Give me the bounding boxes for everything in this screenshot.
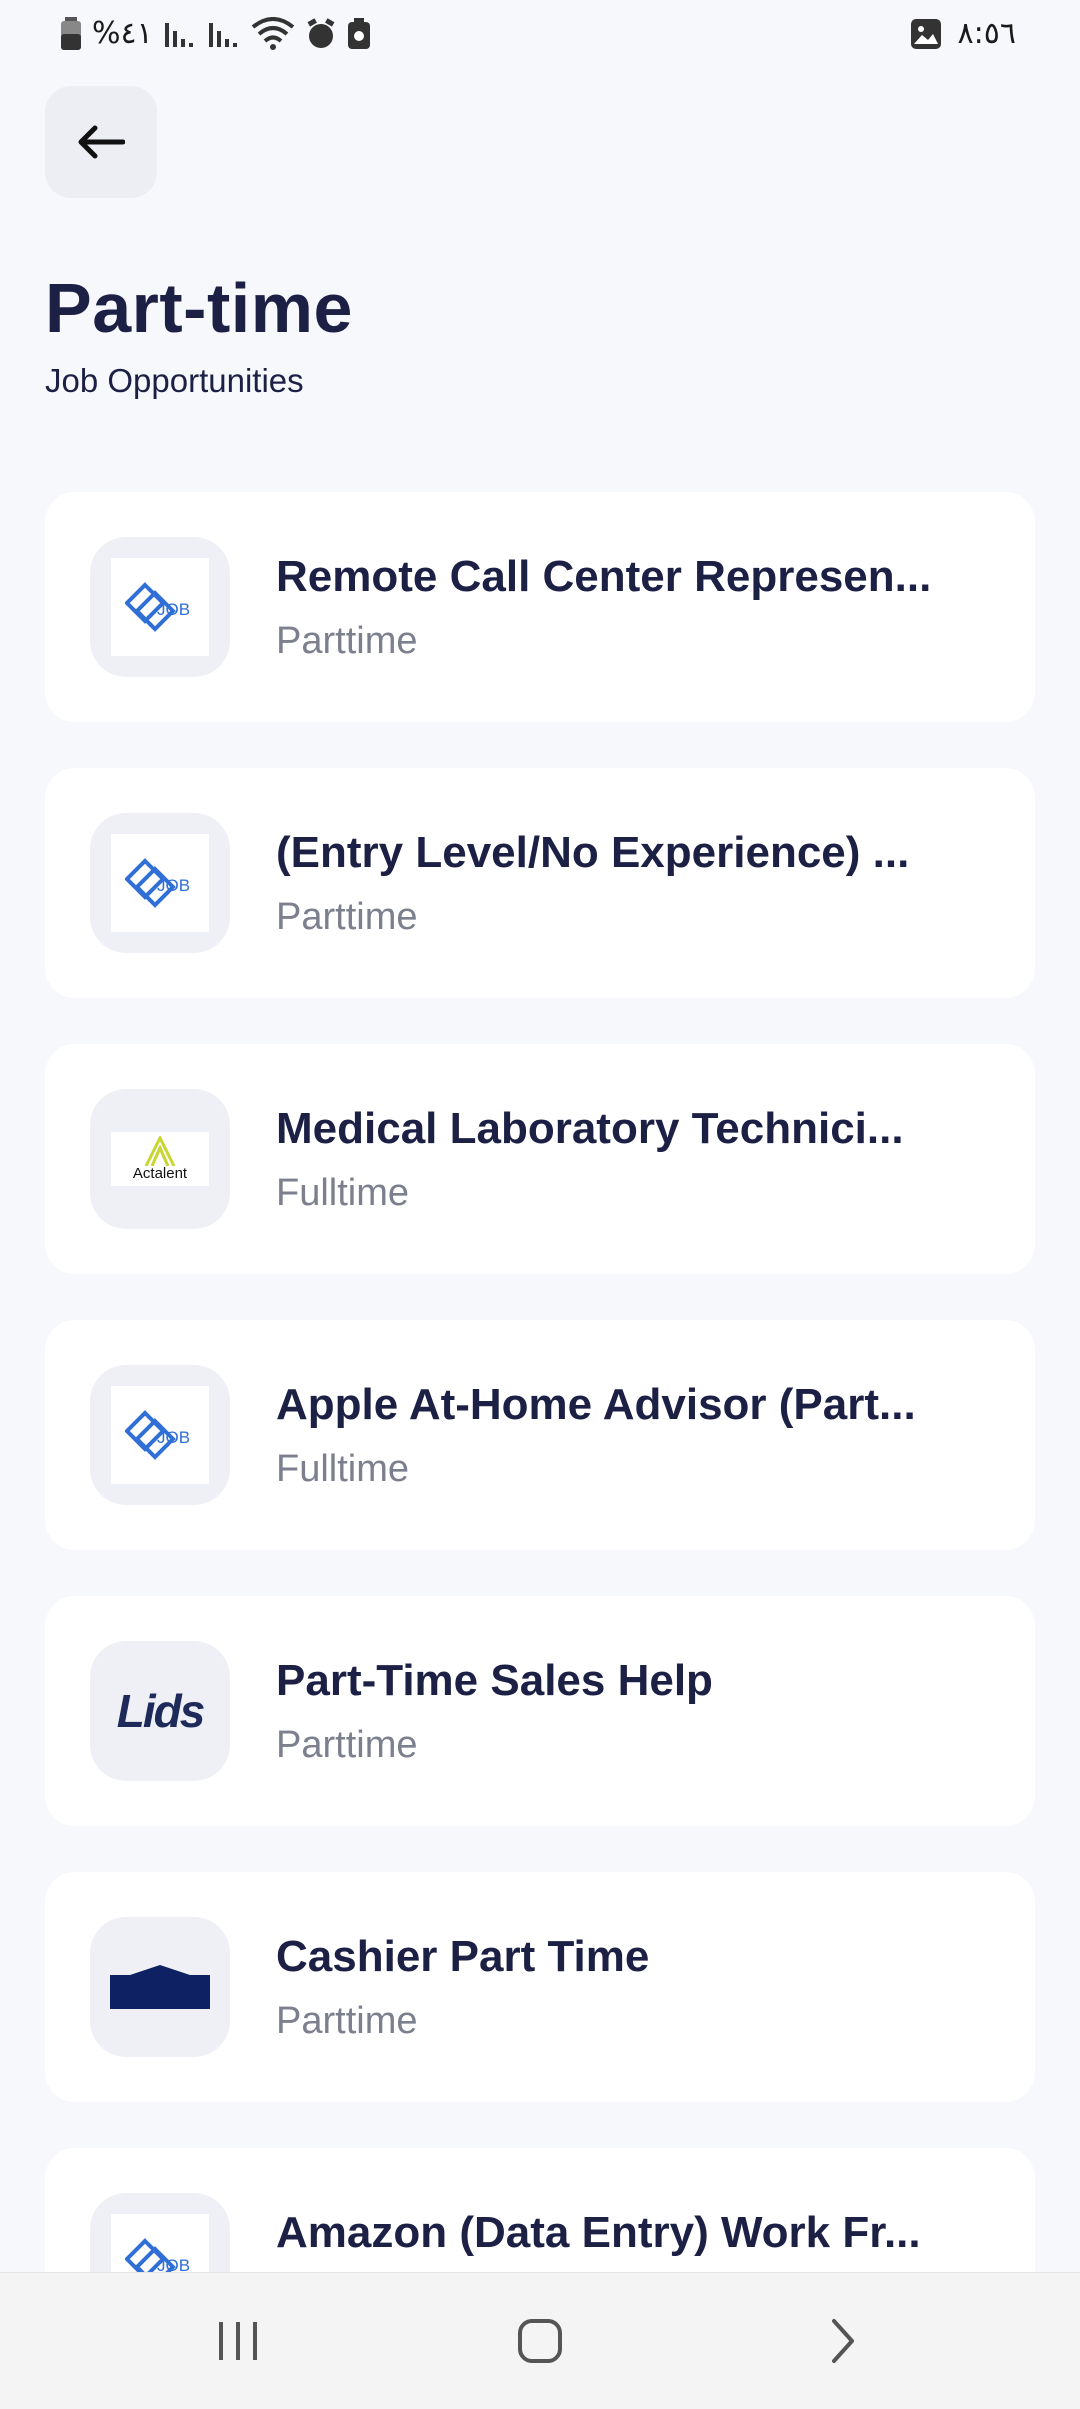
page-subtitle: Job Opportunities	[45, 362, 304, 399]
svg-text:JOB: JOB	[157, 1428, 190, 1447]
signal-icon-2	[208, 22, 237, 47]
job-card[interactable]: Cashier Part Time Parttime	[45, 1872, 1035, 2102]
home-icon	[518, 2319, 562, 2363]
battery-icon	[61, 16, 81, 50]
company-logo: JOB	[90, 537, 230, 677]
image-notification-icon	[910, 18, 941, 49]
actalent-logo-text: Actalent	[132, 1165, 188, 1182]
status-right: ٨:٥٦	[910, 16, 1016, 51]
company-logo	[90, 1917, 230, 2057]
alarm-icon	[307, 17, 335, 48]
svg-text:JOB: JOB	[157, 876, 190, 895]
job-card[interactable]: Lids Part-Time Sales Help Parttime	[45, 1596, 1035, 1826]
navigation-bar	[0, 2272, 1080, 2409]
job-title: Amazon (Data Entry) Work Fr...	[276, 2208, 921, 2257]
job-title: Medical Laboratory Technici...	[276, 1104, 904, 1153]
job-type: Parttime	[276, 896, 418, 938]
recents-button[interactable]	[208, 2311, 268, 2371]
job-type: Parttime	[276, 1724, 418, 1766]
job-logo-icon: JOB	[125, 858, 190, 908]
signal-icon	[164, 22, 193, 47]
battery-level: %٤١	[92, 16, 153, 51]
job-card[interactable]: JOB Remote Call Center Represen... Partt…	[45, 492, 1035, 722]
recents-icon	[219, 2322, 257, 2360]
company-logo: Actalent	[90, 1089, 230, 1229]
status-bar: %٤١ ٨:٥٦	[0, 0, 1080, 70]
job-card[interactable]: JOB (Entry Level/No Experience) ... Part…	[45, 768, 1035, 998]
job-card[interactable]: Actalent Medical Laboratory Technici... …	[45, 1044, 1035, 1274]
company-logo: JOB	[90, 813, 230, 953]
job-type: Fulltime	[276, 1448, 410, 1490]
job-type: Fulltime	[276, 1172, 410, 1214]
actalent-logo-icon	[144, 1136, 176, 1166]
arrow-left-icon	[78, 125, 125, 159]
nav-back-button[interactable]	[812, 2311, 872, 2371]
back-button[interactable]	[45, 86, 157, 198]
job-title: Cashier Part Time	[276, 1932, 650, 1981]
svg-text:JOB: JOB	[157, 600, 190, 619]
job-title: Apple At-Home Advisor (Part...	[276, 1380, 916, 1429]
battery-saver-icon	[347, 17, 370, 49]
store-logo-icon	[110, 1965, 210, 2009]
company-logo: Lids	[90, 1641, 230, 1781]
clock: ٨:٥٦	[957, 16, 1016, 51]
job-type: Parttime	[276, 2000, 418, 2042]
job-logo-icon: JOB	[125, 1410, 190, 1460]
page-title: Part-time	[45, 269, 353, 347]
wifi-icon	[251, 16, 294, 50]
job-title: (Entry Level/No Experience) ...	[276, 828, 910, 877]
job-logo-icon: JOB	[125, 582, 190, 632]
nav-back-icon	[832, 2319, 854, 2363]
home-button[interactable]	[510, 2311, 570, 2371]
job-type: Parttime	[276, 620, 418, 662]
lids-logo: Lids	[116, 1685, 206, 1737]
status-left: %٤١	[60, 16, 371, 51]
job-card[interactable]: JOB Apple At-Home Advisor (Part... Fullt…	[45, 1320, 1035, 1550]
job-title: Part-Time Sales Help	[276, 1656, 713, 1705]
job-title: Remote Call Center Represen...	[276, 552, 932, 601]
company-logo: JOB	[90, 1365, 230, 1505]
